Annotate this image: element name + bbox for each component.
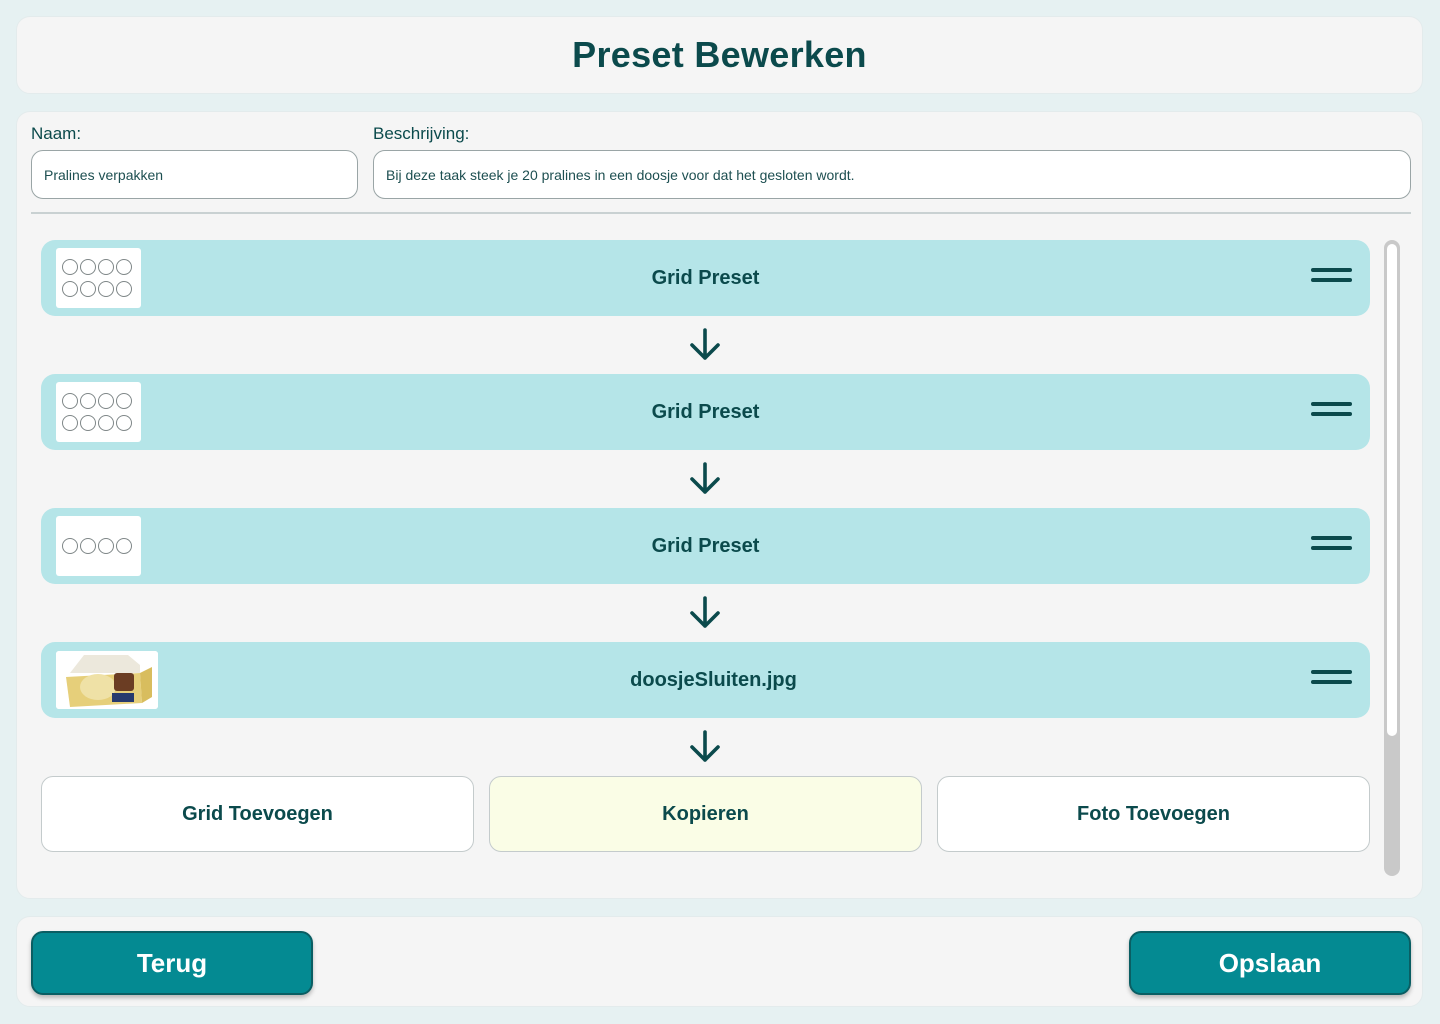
arrow-down-icon — [690, 596, 720, 628]
arrow-down-icon — [690, 730, 720, 762]
step-title: Grid Preset — [651, 534, 760, 557]
drag-handle-icon[interactable] — [1311, 536, 1352, 556]
step-title: doosjeSluiten.jpg — [630, 668, 797, 691]
step-item[interactable]: Grid Preset — [41, 240, 1370, 316]
arrow-down-icon — [690, 462, 720, 494]
scrollbar-thumb[interactable] — [1387, 244, 1397, 736]
name-label: Naam: — [31, 124, 82, 143]
drag-handle-icon[interactable] — [1311, 268, 1352, 288]
description-label: Beschrijving: — [373, 124, 470, 143]
step-title: Grid Preset — [651, 266, 760, 289]
step-item[interactable]: doosjeSluiten.jpg — [41, 642, 1370, 718]
footer-panel: Terug Opslaan — [16, 916, 1423, 1007]
name-input[interactable]: Pralines verpakken — [31, 150, 358, 199]
add-photo-button[interactable]: Foto Toevoegen — [937, 776, 1370, 852]
scrollbar[interactable] — [1384, 240, 1400, 876]
back-button[interactable]: Terug — [31, 931, 313, 995]
editor-panel: Naam: Pralines verpakken Beschrijving: B… — [16, 111, 1423, 899]
copy-button[interactable]: Kopieren — [489, 776, 922, 852]
divider — [31, 212, 1411, 214]
save-button[interactable]: Opslaan — [1129, 931, 1411, 995]
step-item[interactable]: Grid Preset — [41, 374, 1370, 450]
drag-handle-icon[interactable] — [1311, 402, 1352, 422]
description-input[interactable]: Bij deze taak steek je 20 pralines in ee… — [373, 150, 1411, 199]
page-title: Preset Bewerken — [572, 34, 867, 75]
step-title: Grid Preset — [651, 400, 760, 423]
add-grid-button[interactable]: Grid Toevoegen — [41, 776, 474, 852]
arrow-down-icon — [690, 328, 720, 360]
step-item[interactable]: Grid Preset — [41, 508, 1370, 584]
header-panel: Preset Bewerken — [16, 16, 1423, 94]
drag-handle-icon[interactable] — [1311, 670, 1352, 690]
